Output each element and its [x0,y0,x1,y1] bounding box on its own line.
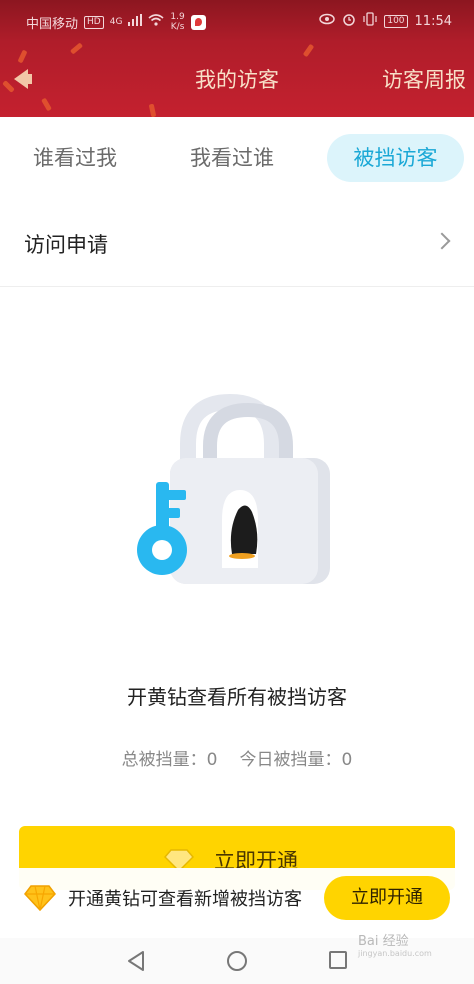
tab-blocked-visitors[interactable]: 被挡访客 [327,134,464,182]
key-icon [137,482,187,575]
status-bar: 中国移动 HD 4G 1.9 K/s 100 11:54 [0,0,474,42]
access-request-row[interactable]: 访问申请 [0,199,474,287]
confetti-decoration [17,49,28,64]
today-blocked-label: 今日被挡量： [239,750,342,770]
lock-key-illustration [130,392,340,592]
app-notification-icon [190,14,206,30]
visitor-tabs: 谁看过我 我看过谁 被挡访客 [0,117,474,199]
confetti-decoration [41,97,52,112]
total-blocked-value: 0 [206,750,218,770]
visitors-page: 中国移动 HD 4G 1.9 K/s 100 11:54 我的访客 访客周报 谁… [0,0,474,984]
network-type: 4G [109,17,123,27]
chevron-right-icon [433,232,451,250]
header-area: 中国移动 HD 4G 1.9 K/s 100 11:54 我的访客 访客周报 [0,0,474,117]
battery-indicator: 100 [384,14,408,28]
diamond-icon [24,885,56,912]
clock-time: 11:54 [414,13,452,29]
tab-who-viewed-me[interactable]: 谁看过我 [33,134,117,182]
visitor-weekly-report-link[interactable]: 访客周报 [382,64,466,94]
banner-text: 开通黄钻可查看新增被挡访客 [68,889,302,910]
nav-recent-icon[interactable] [329,951,347,969]
confetti-decoration [69,42,84,55]
banner-activate-button[interactable]: 立即开通 [324,876,450,920]
signal-icon [128,14,143,30]
empty-state-message: 开黄钻查看所有被挡访客 [127,685,347,709]
carrier-name: 中国移动 [26,16,79,32]
alarm-icon [342,12,356,30]
network-speed: 1.9 K/s [170,12,185,32]
total-blocked-label: 总被挡量： [121,750,207,770]
today-blocked-value: 0 [341,750,353,770]
confetti-decoration [302,43,315,58]
blocked-stats: 总被挡量：0 今日被挡量：0 [0,745,474,770]
vibrate-icon [363,12,377,30]
watermark: Bai 经验 jingyan.baidu.com [358,934,432,958]
eye-icon [319,13,336,29]
nav-back-icon[interactable] [126,950,148,972]
hd-badge: HD [84,15,104,29]
wifi-icon [148,14,164,30]
access-request-label: 访问申请 [24,233,108,257]
confetti-decoration [148,103,157,117]
nav-home-icon[interactable] [227,951,247,971]
tab-who-i-viewed[interactable]: 我看过谁 [190,134,274,182]
